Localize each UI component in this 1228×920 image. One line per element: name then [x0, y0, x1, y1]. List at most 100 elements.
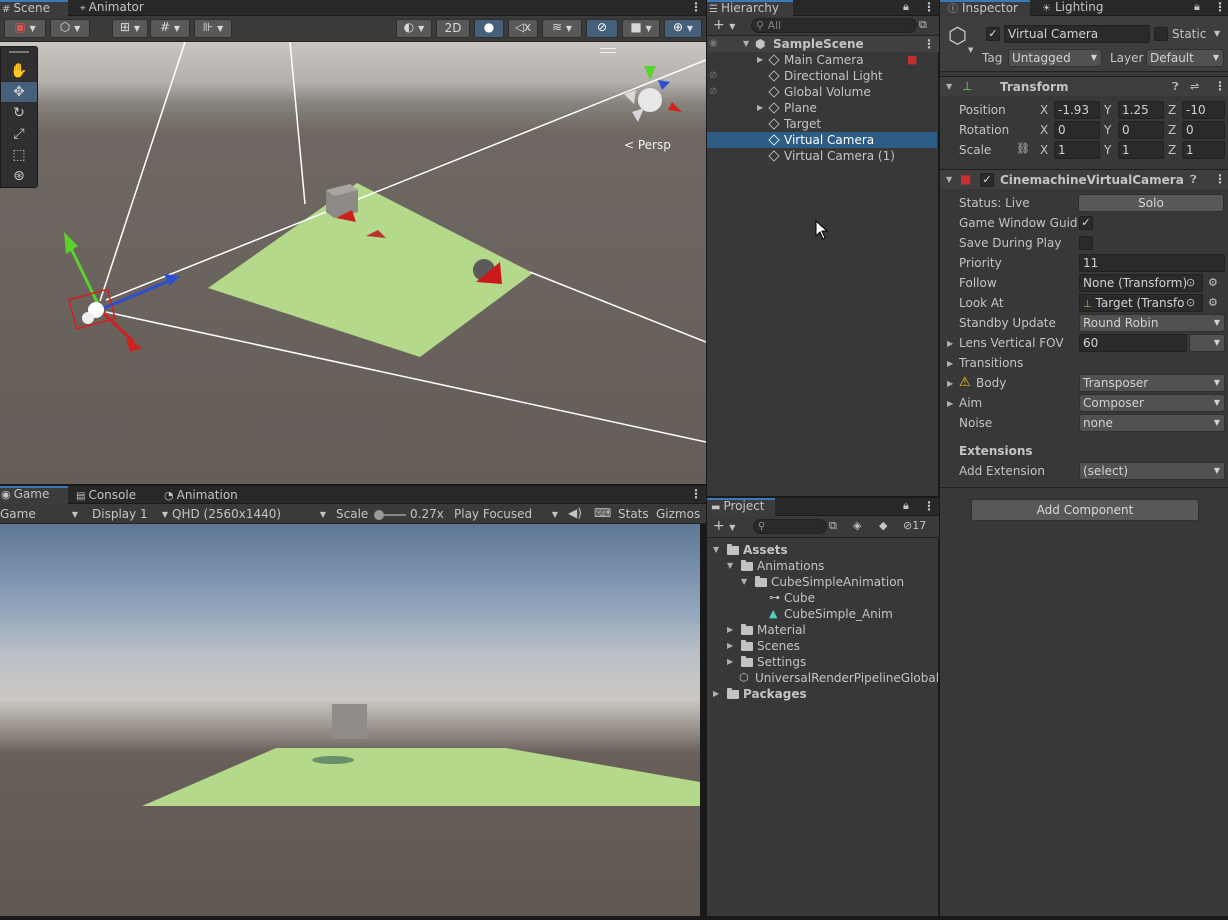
inspector-lock-icon[interactable]: 🔒︎ [1194, 0, 1200, 14]
game-viewport[interactable] [0, 524, 700, 916]
vcam-foldout-icon[interactable]: ▼ [946, 175, 952, 184]
object-active-checkbox[interactable]: ✓ [986, 27, 1000, 41]
aim-foldout-icon[interactable]: ▶ [947, 399, 953, 408]
help-icon[interactable]: ❓︎ [1172, 80, 1179, 94]
solo-button[interactable]: Solo [1078, 194, 1224, 212]
shading-dropdown[interactable]: ⬡ ▼ [50, 19, 90, 38]
expand-arrow-icon[interactable]: ▼ [713, 542, 719, 558]
tab-project[interactable]: ▬ Project [707, 498, 775, 516]
aim-dropdown[interactable]: Composer ▼ [1079, 394, 1225, 412]
transform-foldout-icon[interactable]: ▼ [946, 82, 952, 91]
vcam-enabled-checkbox[interactable]: ✓ [980, 173, 994, 187]
create-add-icon[interactable]: + ▼ [713, 17, 735, 33]
rotate-tool-icon[interactable]: ↻ [1, 103, 37, 123]
transform-header[interactable]: ▼ ⊥ Transform ❓︎ ⇌ ⋮ [940, 76, 1228, 96]
transform-tool-icon[interactable]: ⊛ [1, 166, 37, 186]
save-during-play-checkbox[interactable] [1079, 236, 1093, 250]
hierarchy-item[interactable]: Virtual Camera (1) [707, 148, 937, 164]
transitions-foldout-icon[interactable]: ▶ [947, 359, 953, 368]
hierarchy-menu-icon[interactable]: ⋮ [923, 0, 935, 14]
position-y-field[interactable]: 1.25 [1118, 101, 1164, 119]
expand-arrow-icon[interactable]: ▶ [757, 52, 763, 68]
lens-preset-dropdown[interactable]: ▼ [1189, 334, 1225, 352]
project-folder-assets[interactable]: ▼ Assets [707, 542, 937, 558]
look-at-field[interactable]: ⊥ Target (Transfo [1079, 294, 1203, 312]
look-at-settings-gear-icon[interactable]: ⚙ [1208, 296, 1218, 309]
expand-arrow-icon[interactable]: ▶ [727, 654, 733, 670]
hierarchy-item[interactable]: ⊘ Directional Light [707, 68, 937, 84]
component-menu-icon[interactable]: ⋮ [1214, 79, 1226, 93]
lock-icon[interactable]: 🔒︎ [903, 0, 909, 14]
mute-audio-icon[interactable]: ◀) [568, 506, 582, 520]
rotation-z-field[interactable]: 0 [1182, 121, 1225, 139]
hierarchy-item[interactable]: ⊘ Global Volume [707, 84, 937, 100]
hidden-eye-icon[interactable]: ⊘ [709, 84, 717, 100]
hierarchy-item[interactable]: Target [707, 116, 937, 132]
scene-camera-dropdown[interactable]: ■ ▼ [622, 19, 660, 38]
gizmos-button[interactable]: Gizmos [656, 507, 700, 521]
tab-hierarchy[interactable]: ☰ Hierarchy [707, 0, 793, 16]
noise-dropdown[interactable]: none ▼ [1079, 414, 1225, 432]
expand-arrow-icon[interactable]: ▶ [713, 686, 719, 702]
render-mode-button[interactable]: ◐ ▼ [396, 19, 432, 38]
rotation-y-field[interactable]: 0 [1118, 121, 1164, 139]
hidden-eye-icon[interactable]: ⊘ [709, 68, 717, 84]
static-checkbox[interactable] [1154, 27, 1168, 41]
keyboard-icon[interactable]: ⌨ [594, 506, 611, 520]
project-create-icon[interactable]: + ▼ [713, 518, 735, 534]
look-at-object-picker-icon[interactable]: ⊙ [1186, 296, 1195, 309]
resolution-dropdown[interactable]: QHD (2560x1440) ▼ [172, 506, 328, 523]
project-folder-material[interactable]: ▶ Material [707, 622, 937, 638]
expand-arrow-icon[interactable]: ▶ [727, 622, 733, 638]
scale-z-field[interactable]: 1 [1182, 141, 1225, 159]
scene-visibility-button[interactable]: ⊘ [586, 19, 618, 38]
scale-y-field[interactable]: 1 [1118, 141, 1164, 159]
toggle-2d-button[interactable]: 2D [436, 19, 470, 38]
icon-dropdown-arrow[interactable]: ▼ [968, 46, 973, 54]
hierarchy-item[interactable]: ▶ Main Camera ■ [707, 52, 937, 68]
scale-tool-icon[interactable]: ⤢ [1, 124, 37, 144]
increment-snap-button[interactable]: ⊪ ▼ [194, 19, 232, 38]
static-dropdown-arrow[interactable]: ▼ [1214, 29, 1220, 38]
hierarchy-item[interactable]: ▶ Plane [707, 100, 937, 116]
scale-slider-thumb[interactable] [374, 510, 384, 520]
rotation-x-field[interactable]: 0 [1054, 121, 1100, 139]
tag-dropdown[interactable]: Untagged ▼ [1008, 49, 1102, 67]
scene-search-icon[interactable]: ⧉ [919, 18, 927, 32]
hand-tool-icon[interactable]: ✋ [1, 61, 37, 81]
scene-menu-icon[interactable]: ⋮ [923, 36, 935, 52]
add-extension-dropdown[interactable]: (select) ▼ [1079, 462, 1225, 480]
filter-by-type-icon[interactable]: ◈ [853, 519, 861, 532]
position-x-field[interactable]: -1.93 [1054, 101, 1100, 119]
lighting-toggle-button[interactable]: ● [474, 19, 504, 38]
project-asset-urp-global[interactable]: ⬡ UniversalRenderPipelineGlobalS [707, 670, 947, 686]
effects-dropdown[interactable]: ≋ ▼ [542, 19, 582, 38]
hierarchy-scene-row[interactable]: ◉ ▼ ⬢ SampleScene ⋮ [707, 36, 939, 52]
stats-button[interactable]: Stats [618, 507, 649, 521]
expand-arrow-icon[interactable]: ▼ [741, 574, 747, 590]
hidden-packages-icon[interactable]: ⊘17 [903, 519, 926, 532]
project-lock-icon[interactable]: 🔒︎ [903, 499, 909, 513]
project-folder-scenes[interactable]: ▶ Scenes [707, 638, 937, 654]
search-by-type-icon[interactable]: ⧉ [829, 519, 837, 533]
inspector-menu-icon[interactable]: ⋮ [1214, 0, 1226, 14]
hierarchy-item-selected[interactable]: Virtual Camera [707, 132, 937, 148]
hierarchy-search-input[interactable]: ⚲ All [751, 18, 917, 33]
audio-toggle-button[interactable]: ◁x [508, 19, 538, 38]
scene-panel-menu-icon[interactable]: ⋮ [690, 0, 702, 14]
scale-x-field[interactable]: 1 [1054, 141, 1100, 159]
move-tool-icon[interactable]: ✥ [1, 82, 37, 102]
follow-object-picker-icon[interactable]: ⊙ [1186, 276, 1195, 289]
priority-field[interactable]: 11 [1079, 254, 1225, 272]
tab-console[interactable]: ▤ Console [76, 488, 156, 504]
add-component-button[interactable]: Add Component [971, 499, 1199, 521]
gizmos-dropdown[interactable]: ⊕ ▼ [664, 19, 702, 38]
grid-visibility-button[interactable]: # ▼ [150, 19, 190, 38]
tab-lighting[interactable]: ☀ Lighting [1032, 0, 1122, 16]
game-window-guides-checkbox[interactable]: ✓ [1079, 216, 1093, 230]
project-search-input[interactable]: ⚲ [753, 519, 827, 534]
body-foldout-icon[interactable]: ▶ [947, 379, 953, 388]
grid-snapping-button[interactable]: ⊞ ▼ [112, 19, 148, 38]
follow-settings-gear-icon[interactable]: ⚙ [1208, 276, 1218, 289]
presets-icon[interactable]: ⇌ [1190, 80, 1199, 93]
